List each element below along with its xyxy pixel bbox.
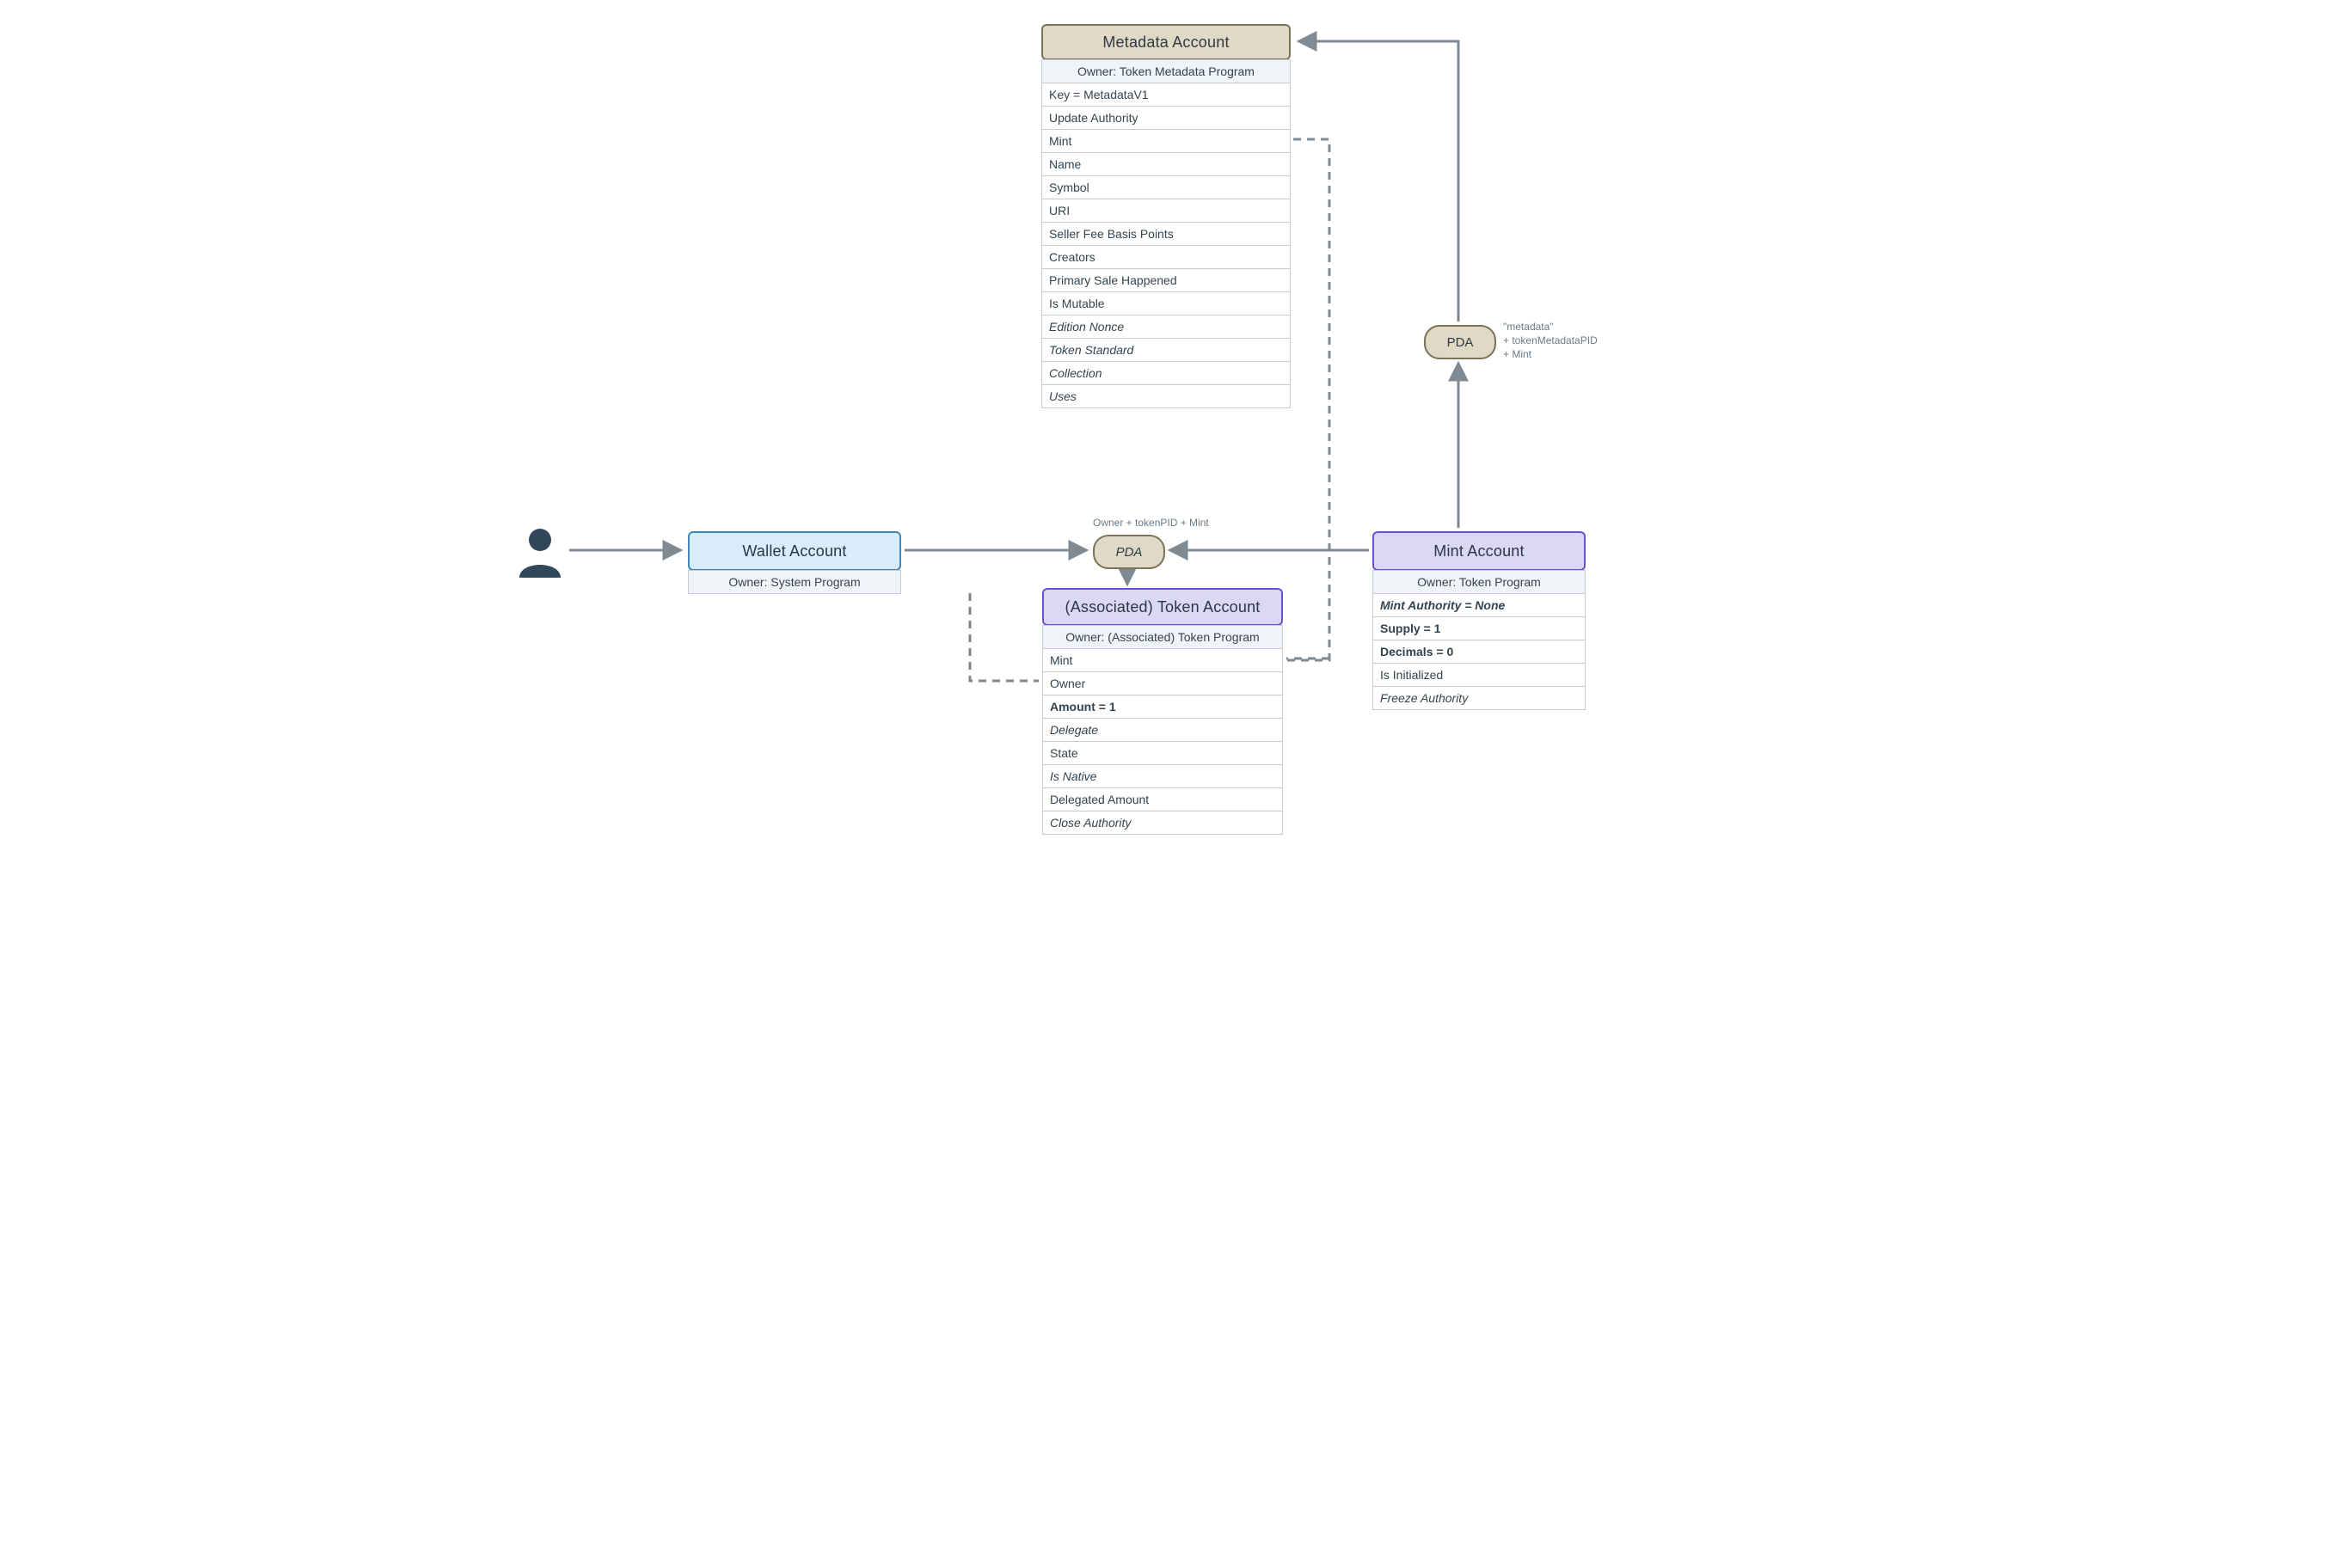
field-row: State: [1042, 742, 1283, 765]
field-row: Is Native: [1042, 765, 1283, 788]
pda-seed-label-token: Owner + tokenPID + Mint: [1093, 516, 1209, 530]
field-row: Freeze Authority: [1372, 687, 1586, 710]
field-row: Is Mutable: [1041, 292, 1291, 315]
edge-pda2-to-metadata: [1298, 41, 1458, 322]
field-row: Seller Fee Basis Points: [1041, 223, 1291, 246]
field-row: Amount = 1: [1042, 695, 1283, 719]
metadata-owner-row: Owner: Token Metadata Program: [1041, 59, 1291, 83]
field-row: Mint: [1041, 130, 1291, 153]
field-row: Name: [1041, 153, 1291, 176]
diagram-canvas: Metadata Account Owner: Token Metadata P…: [495, 0, 1837, 903]
field-row: URI: [1041, 199, 1291, 223]
field-row: Delegate: [1042, 719, 1283, 742]
metadata-account-fields: Owner: Token Metadata Program Key = Meta…: [1041, 59, 1291, 408]
edge-metadata-mint-to-mint: [1286, 139, 1329, 660]
pda-badge-metadata: PDA: [1424, 325, 1496, 359]
field-row: Collection: [1041, 362, 1291, 385]
field-row: Token Standard: [1041, 339, 1291, 362]
metadata-account-title: Metadata Account: [1041, 24, 1291, 60]
mint-account-title: Mint Account: [1372, 531, 1586, 571]
field-row: Delegated Amount: [1042, 788, 1283, 812]
field-row: Uses: [1041, 385, 1291, 408]
field-row: Creators: [1041, 246, 1291, 269]
wallet-owner-row: Owner: System Program: [688, 570, 901, 594]
field-row: Is Initialized: [1372, 664, 1586, 687]
token-account: (Associated) Token Account Owner: (Assoc…: [1042, 588, 1283, 835]
metadata-account: Metadata Account Owner: Token Metadata P…: [1041, 24, 1291, 408]
field-row: Owner: [1042, 672, 1283, 695]
pda-badge-token: PDA: [1093, 535, 1165, 569]
token-owner-row: Owner: (Associated) Token Program: [1042, 625, 1283, 649]
field-row: Symbol: [1041, 176, 1291, 199]
field-row: Supply = 1: [1372, 617, 1586, 640]
wallet-account: Wallet Account Owner: System Program: [688, 531, 901, 594]
field-row: Edition Nonce: [1041, 315, 1291, 339]
edge-wallet-to-token-owner: [970, 593, 1039, 681]
user-icon: [518, 526, 562, 578]
wallet-account-title: Wallet Account: [688, 531, 901, 571]
pda-seed-label-metadata: "metadata" + tokenMetadataPID + Mint: [1503, 320, 1598, 362]
field-row: Mint: [1042, 649, 1283, 672]
mint-account: Mint Account Owner: Token Program Mint A…: [1372, 531, 1586, 710]
field-row: Mint Authority = None: [1372, 594, 1586, 617]
mint-owner-row: Owner: Token Program: [1372, 570, 1586, 594]
mint-account-fields: Owner: Token Program Mint Authority = No…: [1372, 570, 1586, 710]
token-account-title: (Associated) Token Account: [1042, 588, 1283, 626]
field-row: Key = MetadataV1: [1041, 83, 1291, 107]
field-row: Decimals = 0: [1372, 640, 1586, 664]
token-account-fields: Owner: (Associated) Token Program MintOw…: [1042, 625, 1283, 835]
field-row: Update Authority: [1041, 107, 1291, 130]
field-row: Close Authority: [1042, 812, 1283, 835]
field-row: Primary Sale Happened: [1041, 269, 1291, 292]
